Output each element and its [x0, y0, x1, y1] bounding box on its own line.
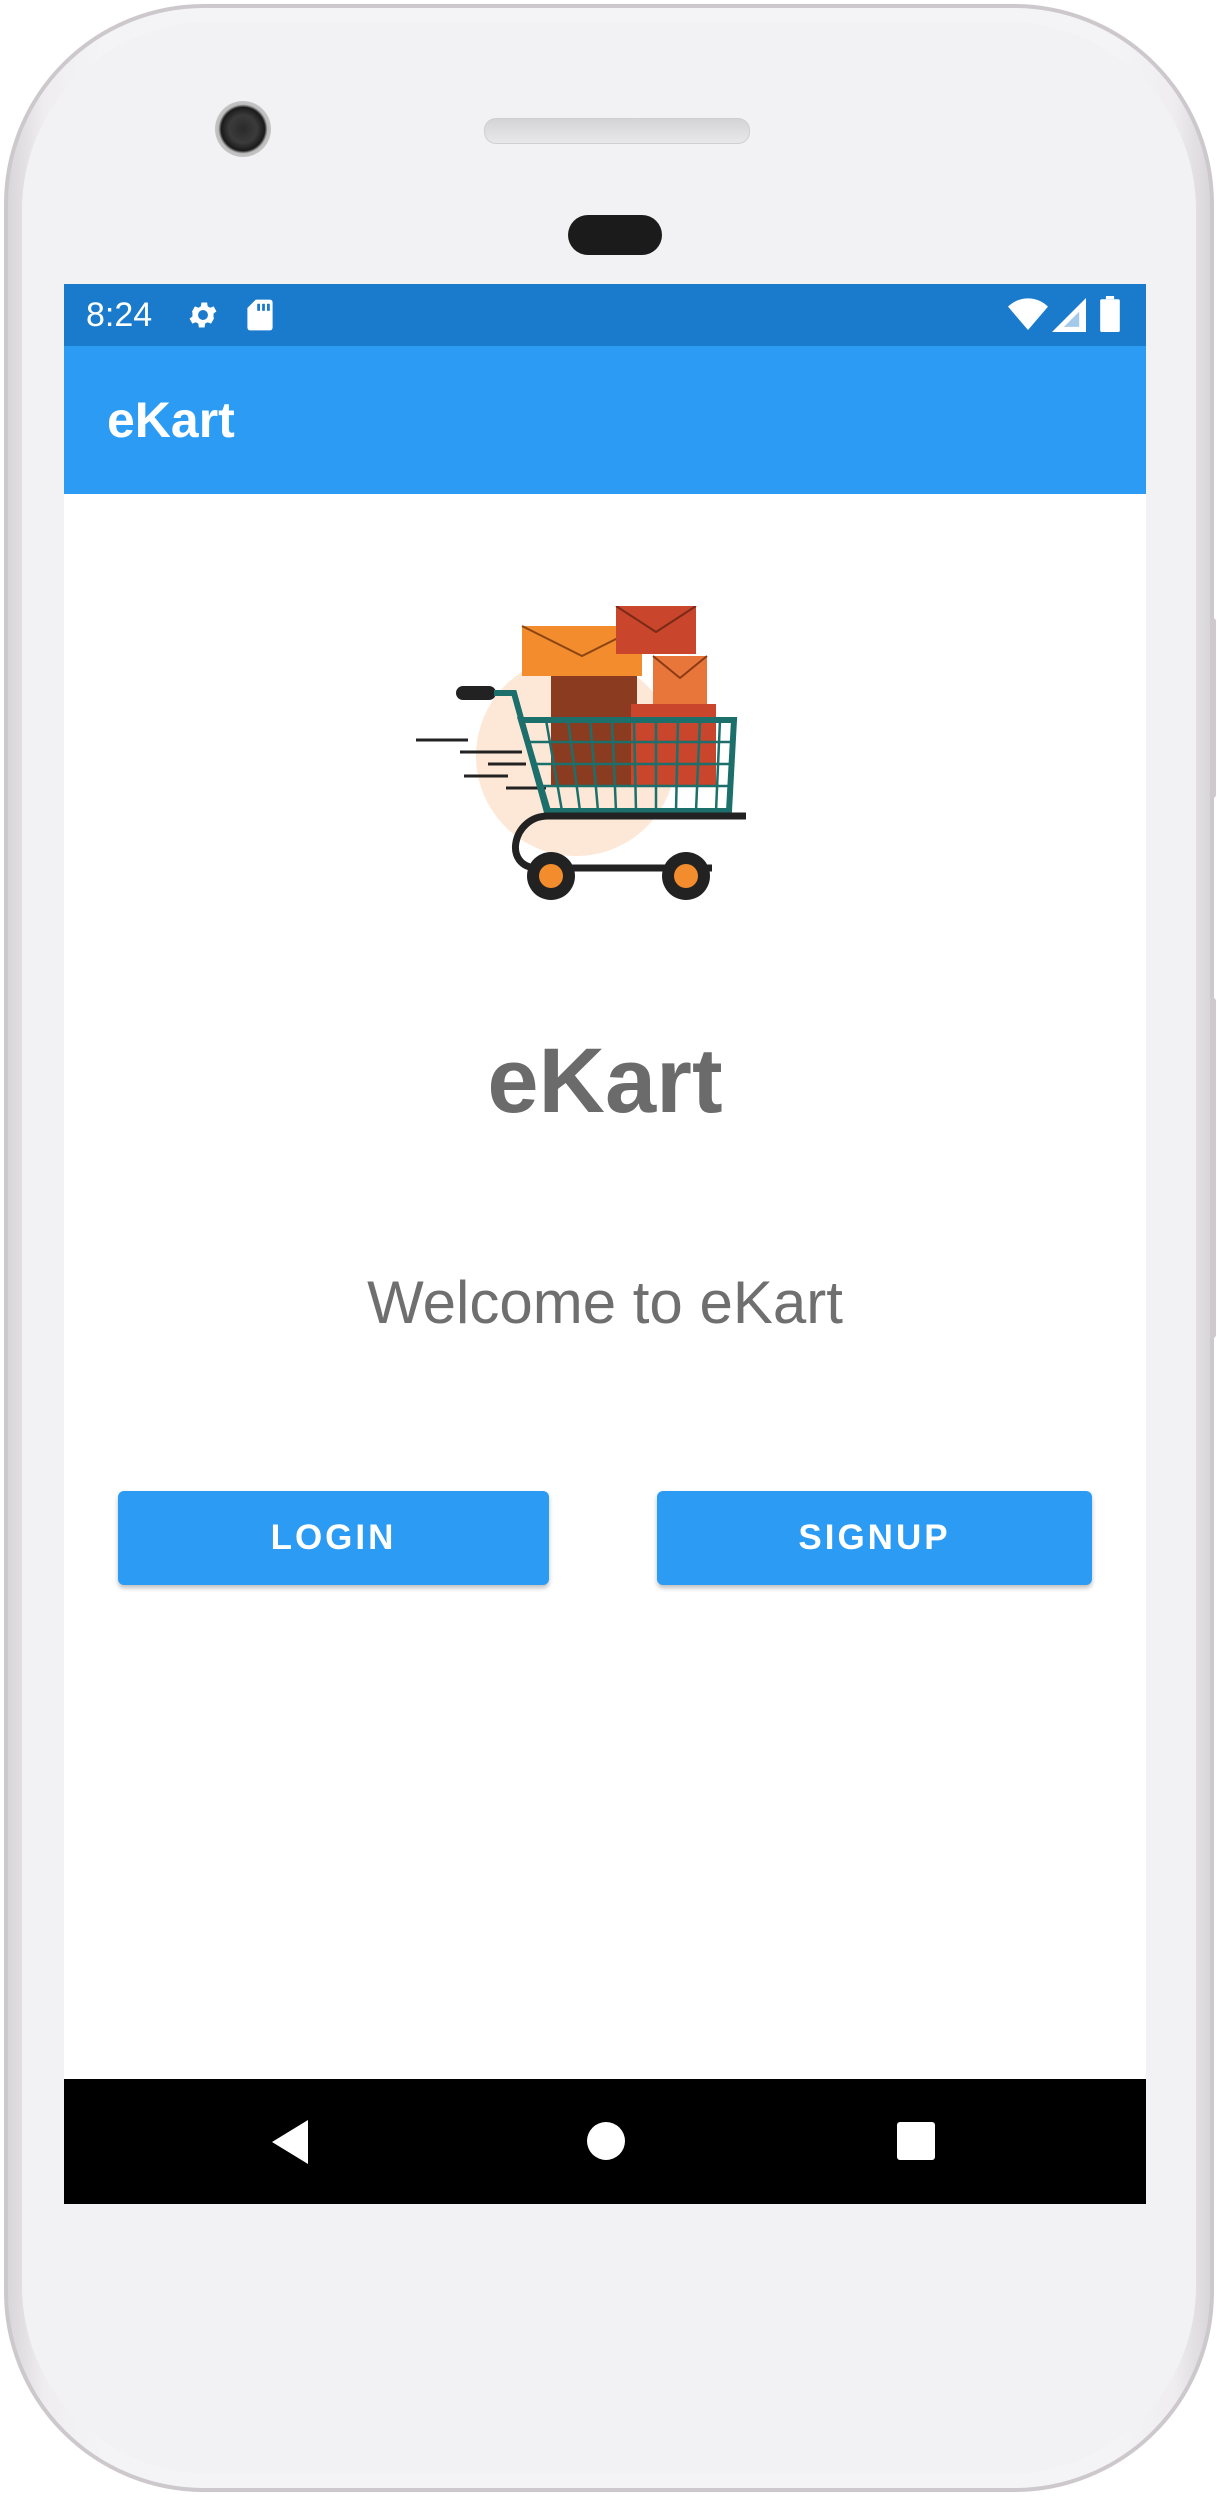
power-button: [1210, 618, 1216, 798]
earpiece-speaker: [484, 118, 750, 144]
front-camera: [215, 101, 271, 157]
shopping-cart-icon: [416, 606, 746, 900]
gear-icon: [189, 302, 217, 328]
recents-icon[interactable]: [897, 2122, 935, 2160]
brand-title: eKart: [487, 1030, 723, 1132]
status-bar: 8:24: [64, 284, 1146, 346]
back-icon[interactable]: [272, 2120, 308, 2164]
login-button[interactable]: LOGIN: [118, 1491, 549, 1585]
welcome-text: Welcome to eKart: [367, 1269, 843, 1336]
proximity-sensor: [568, 215, 662, 255]
navigation-bar: [64, 2079, 1146, 2204]
signal-icon: [1052, 298, 1086, 332]
signup-button[interactable]: SIGNUP: [657, 1491, 1092, 1585]
home-icon[interactable]: [587, 2122, 625, 2160]
app-bar: eKart: [64, 346, 1146, 494]
battery-icon: [1100, 296, 1120, 332]
sd-card-icon: [247, 299, 273, 331]
volume-button: [1210, 998, 1216, 1338]
wifi-icon: [1008, 298, 1048, 330]
status-time: 8:24: [86, 296, 153, 334]
screen: 8:24 eKart eKart Welcome to eKart LOGIN …: [64, 284, 1146, 2204]
app-bar-title: eKart: [107, 392, 235, 448]
